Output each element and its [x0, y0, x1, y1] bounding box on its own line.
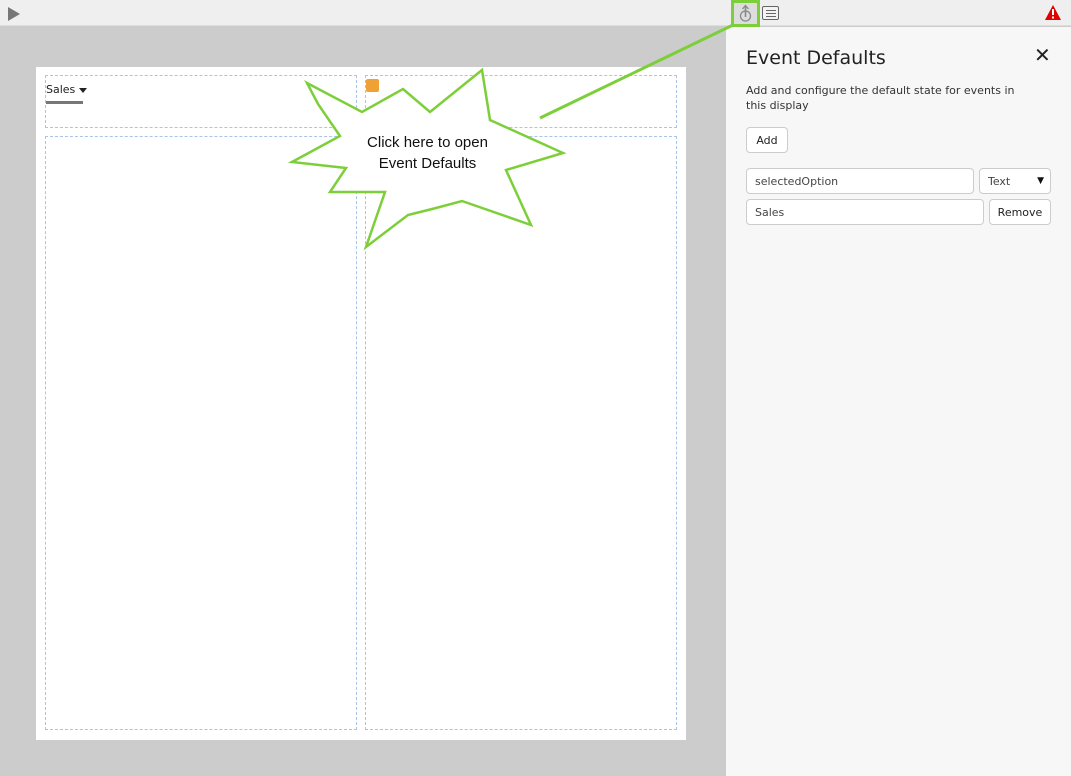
callout-arrow	[539, 23, 734, 120]
callout-overlay	[287, 23, 734, 251]
callout-text: Click here to open Event Defaults	[367, 134, 488, 172]
